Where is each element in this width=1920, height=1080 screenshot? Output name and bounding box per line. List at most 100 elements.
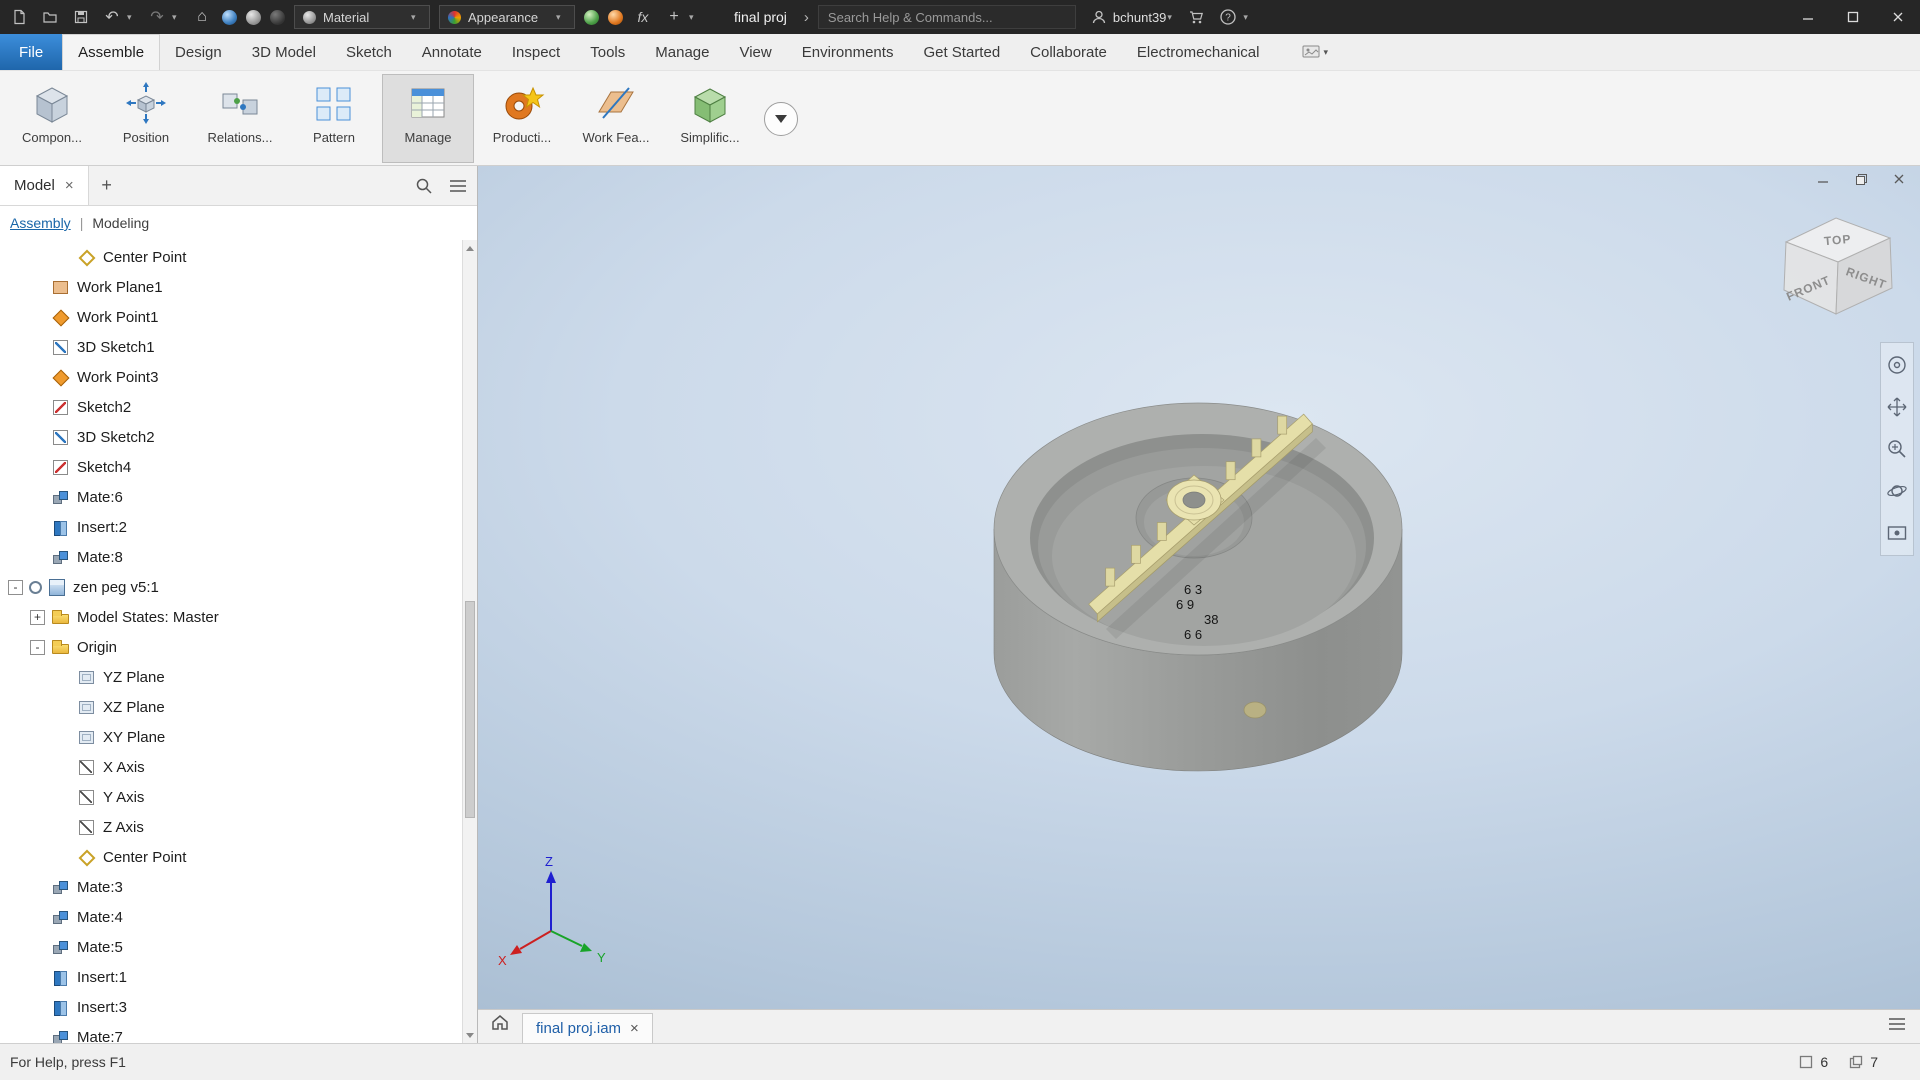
look-at-button[interactable] [1885,521,1909,545]
tab-sketch[interactable]: Sketch [331,34,407,70]
pattern-button[interactable]: Pattern [288,74,380,163]
parameters-fx-icon[interactable]: fx [632,6,654,28]
view-cube[interactable]: TOP FRONT RIGHT [1768,202,1908,322]
tree-item[interactable]: 3D Sketch2 [0,422,461,452]
tree-item[interactable]: Insert:1 [0,962,461,992]
scroll-down-icon[interactable] [463,1027,477,1043]
3d-viewport[interactable]: 6 3 6 9 38 6 6 Z X Y [478,166,1920,1009]
tab-manage[interactable]: Manage [640,34,724,70]
scroll-up-icon[interactable] [463,240,477,256]
user-menu[interactable]: bchunt39 ▾ [1091,9,1178,25]
tab-design[interactable]: Design [160,34,237,70]
home-icon[interactable]: ⌂ [191,6,213,28]
tree-item-component[interactable]: -zen peg v5:1 [0,572,461,602]
home-tab-icon[interactable] [490,1013,510,1037]
browser-tab-close-icon[interactable]: × [65,177,74,194]
subtab-modeling[interactable]: Modeling [92,215,149,231]
tab-inspect[interactable]: Inspect [497,34,575,70]
tab-tools[interactable]: Tools [575,34,640,70]
tab-assemble[interactable]: Assemble [62,34,160,70]
close-button[interactable] [1875,0,1920,34]
search-input[interactable] [818,5,1076,29]
help-icon[interactable]: ? [1217,6,1239,28]
shaded-ball-icon[interactable] [246,10,261,25]
scrollbar-thumb[interactable] [465,601,475,818]
redo-dropdown-icon[interactable]: ▾ [172,12,182,23]
tree-item[interactable]: Y Axis [0,782,461,812]
tree-item[interactable]: Mate:8 [0,542,461,572]
position-button[interactable]: Position [100,74,192,163]
expander-icon[interactable]: + [30,610,45,625]
tree-item[interactable]: Work Plane1 [0,272,461,302]
tree-item[interactable]: Center Point [0,842,461,872]
save-icon[interactable] [70,6,92,28]
tab-annotate[interactable]: Annotate [407,34,497,70]
tree-item-folder[interactable]: -Origin [0,632,461,662]
orange-appearance-icon[interactable] [608,10,623,25]
simplification-button[interactable]: Simplific... [664,74,756,163]
viewport-restore-icon[interactable] [1852,171,1870,187]
tree-item[interactable]: Mate:6 [0,482,461,512]
document-tab-close-icon[interactable]: × [630,1020,639,1037]
search-icon[interactable] [415,177,433,195]
material-dropdown[interactable]: Material ▾ [294,5,430,29]
pan-button[interactable] [1885,395,1909,419]
open-file-icon[interactable] [39,6,61,28]
undo-icon[interactable]: ↶ [101,6,123,28]
tab-list-menu-icon[interactable] [1888,1017,1906,1036]
minimize-button[interactable] [1785,0,1830,34]
subtab-assembly[interactable]: Assembly [10,215,71,231]
manage-button[interactable]: Manage [382,74,474,163]
tree-item[interactable]: Mate:3 [0,872,461,902]
dark-sphere-icon[interactable] [270,10,285,25]
tab-electromechanical[interactable]: Electromechanical [1122,34,1275,70]
tree-item[interactable]: Work Point3 [0,362,461,392]
tree-item[interactable]: Center Point [0,242,461,272]
tree-item[interactable]: Work Point1 [0,302,461,332]
document-tab[interactable]: final proj.iam × [522,1013,653,1043]
tree-item[interactable]: Mate:7 [0,1022,461,1043]
expander-icon[interactable]: - [8,580,23,595]
component-button[interactable]: Compon... [6,74,98,163]
orbit-button[interactable] [1885,479,1909,503]
viewport-minimize-icon[interactable] [1814,171,1832,187]
tree-item[interactable]: XZ Plane [0,692,461,722]
redo-icon[interactable]: ↷ [146,6,168,28]
front-hole[interactable] [1244,702,1266,718]
browser-tab-model[interactable]: Model × [0,166,89,205]
tree-item[interactable]: Sketch2 [0,392,461,422]
add-command-icon[interactable]: + [663,6,685,28]
browser-scrollbar[interactable] [462,240,477,1043]
undo-dropdown-icon[interactable]: ▾ [127,12,137,23]
title-chevron-icon[interactable]: › [804,9,809,26]
relationships-button[interactable]: Relations... [194,74,286,163]
navigation-wheel-button[interactable] [1885,353,1909,377]
help-dropdown-icon[interactable]: ▾ [1243,12,1253,23]
appearance-dropdown[interactable]: Appearance ▾ [439,5,575,29]
tree-item[interactable]: Insert:2 [0,512,461,542]
render-ball-icon[interactable] [222,10,237,25]
tab-view[interactable]: View [724,34,786,70]
tree-item[interactable]: Sketch4 [0,452,461,482]
tree-item[interactable]: Insert:3 [0,992,461,1022]
tab-3d-model[interactable]: 3D Model [237,34,331,70]
zoom-button[interactable] [1885,437,1909,461]
productivity-button[interactable]: Producti... [476,74,568,163]
green-appearance-icon[interactable] [584,10,599,25]
new-file-icon[interactable] [8,6,30,28]
tree-item[interactable]: XY Plane [0,722,461,752]
cart-icon[interactable] [1186,6,1208,28]
tree-item[interactable]: Mate:4 [0,902,461,932]
tree-item[interactable]: YZ Plane [0,662,461,692]
screen-display-button[interactable]: ▾ [1302,34,1333,70]
panel-expand-button[interactable] [758,74,804,163]
tab-file[interactable]: File [0,34,62,70]
tab-collaborate[interactable]: Collaborate [1015,34,1122,70]
maximize-button[interactable] [1830,0,1875,34]
expander-icon[interactable]: - [30,640,45,655]
viewport-close-icon[interactable] [1890,171,1908,187]
tree-item[interactable]: 3D Sketch1 [0,332,461,362]
tree-item[interactable]: Mate:5 [0,932,461,962]
tab-environments[interactable]: Environments [787,34,909,70]
toolbar-dropdown-icon[interactable]: ▾ [689,12,699,23]
